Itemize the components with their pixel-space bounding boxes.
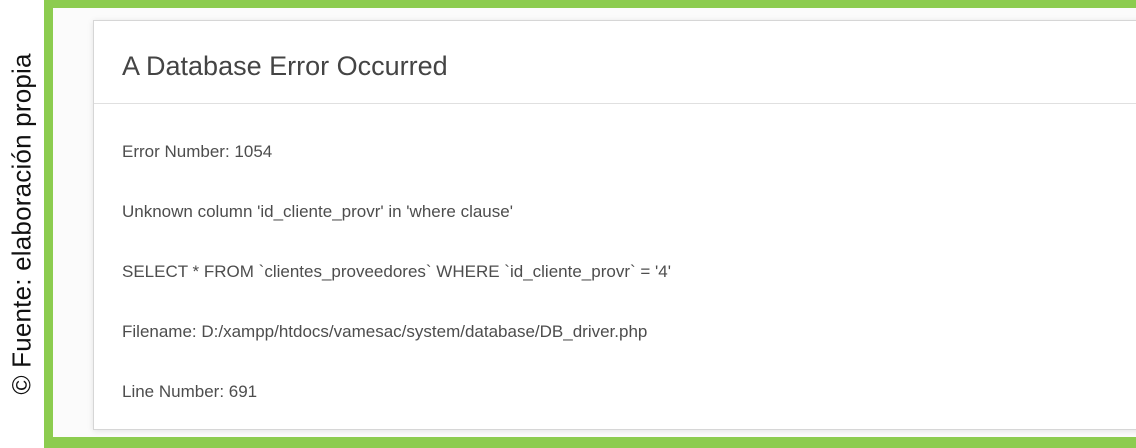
database-error-panel: A Database Error Occurred Error Number: …: [93, 20, 1136, 430]
error-line-number: Line Number: 691: [122, 382, 258, 401]
page-background: A Database Error Occurred Error Number: …: [53, 8, 1136, 437]
error-title: A Database Error Occurred: [94, 21, 1136, 104]
screenshot-frame: A Database Error Occurred Error Number: …: [44, 0, 1136, 448]
image-credit: © Fuente: elaboración propia: [6, 53, 37, 395]
credit-strip: © Fuente: elaboración propia: [0, 0, 44, 448]
error-filename: Filename: D:/xampp/htdocs/vamesac/system…: [122, 322, 648, 341]
error-message: Unknown column 'id_cliente_provr' in 'wh…: [122, 202, 513, 221]
error-sql-query: SELECT * FROM `clientes_proveedores` WHE…: [122, 262, 671, 281]
error-number: Error Number: 1054: [122, 142, 273, 161]
